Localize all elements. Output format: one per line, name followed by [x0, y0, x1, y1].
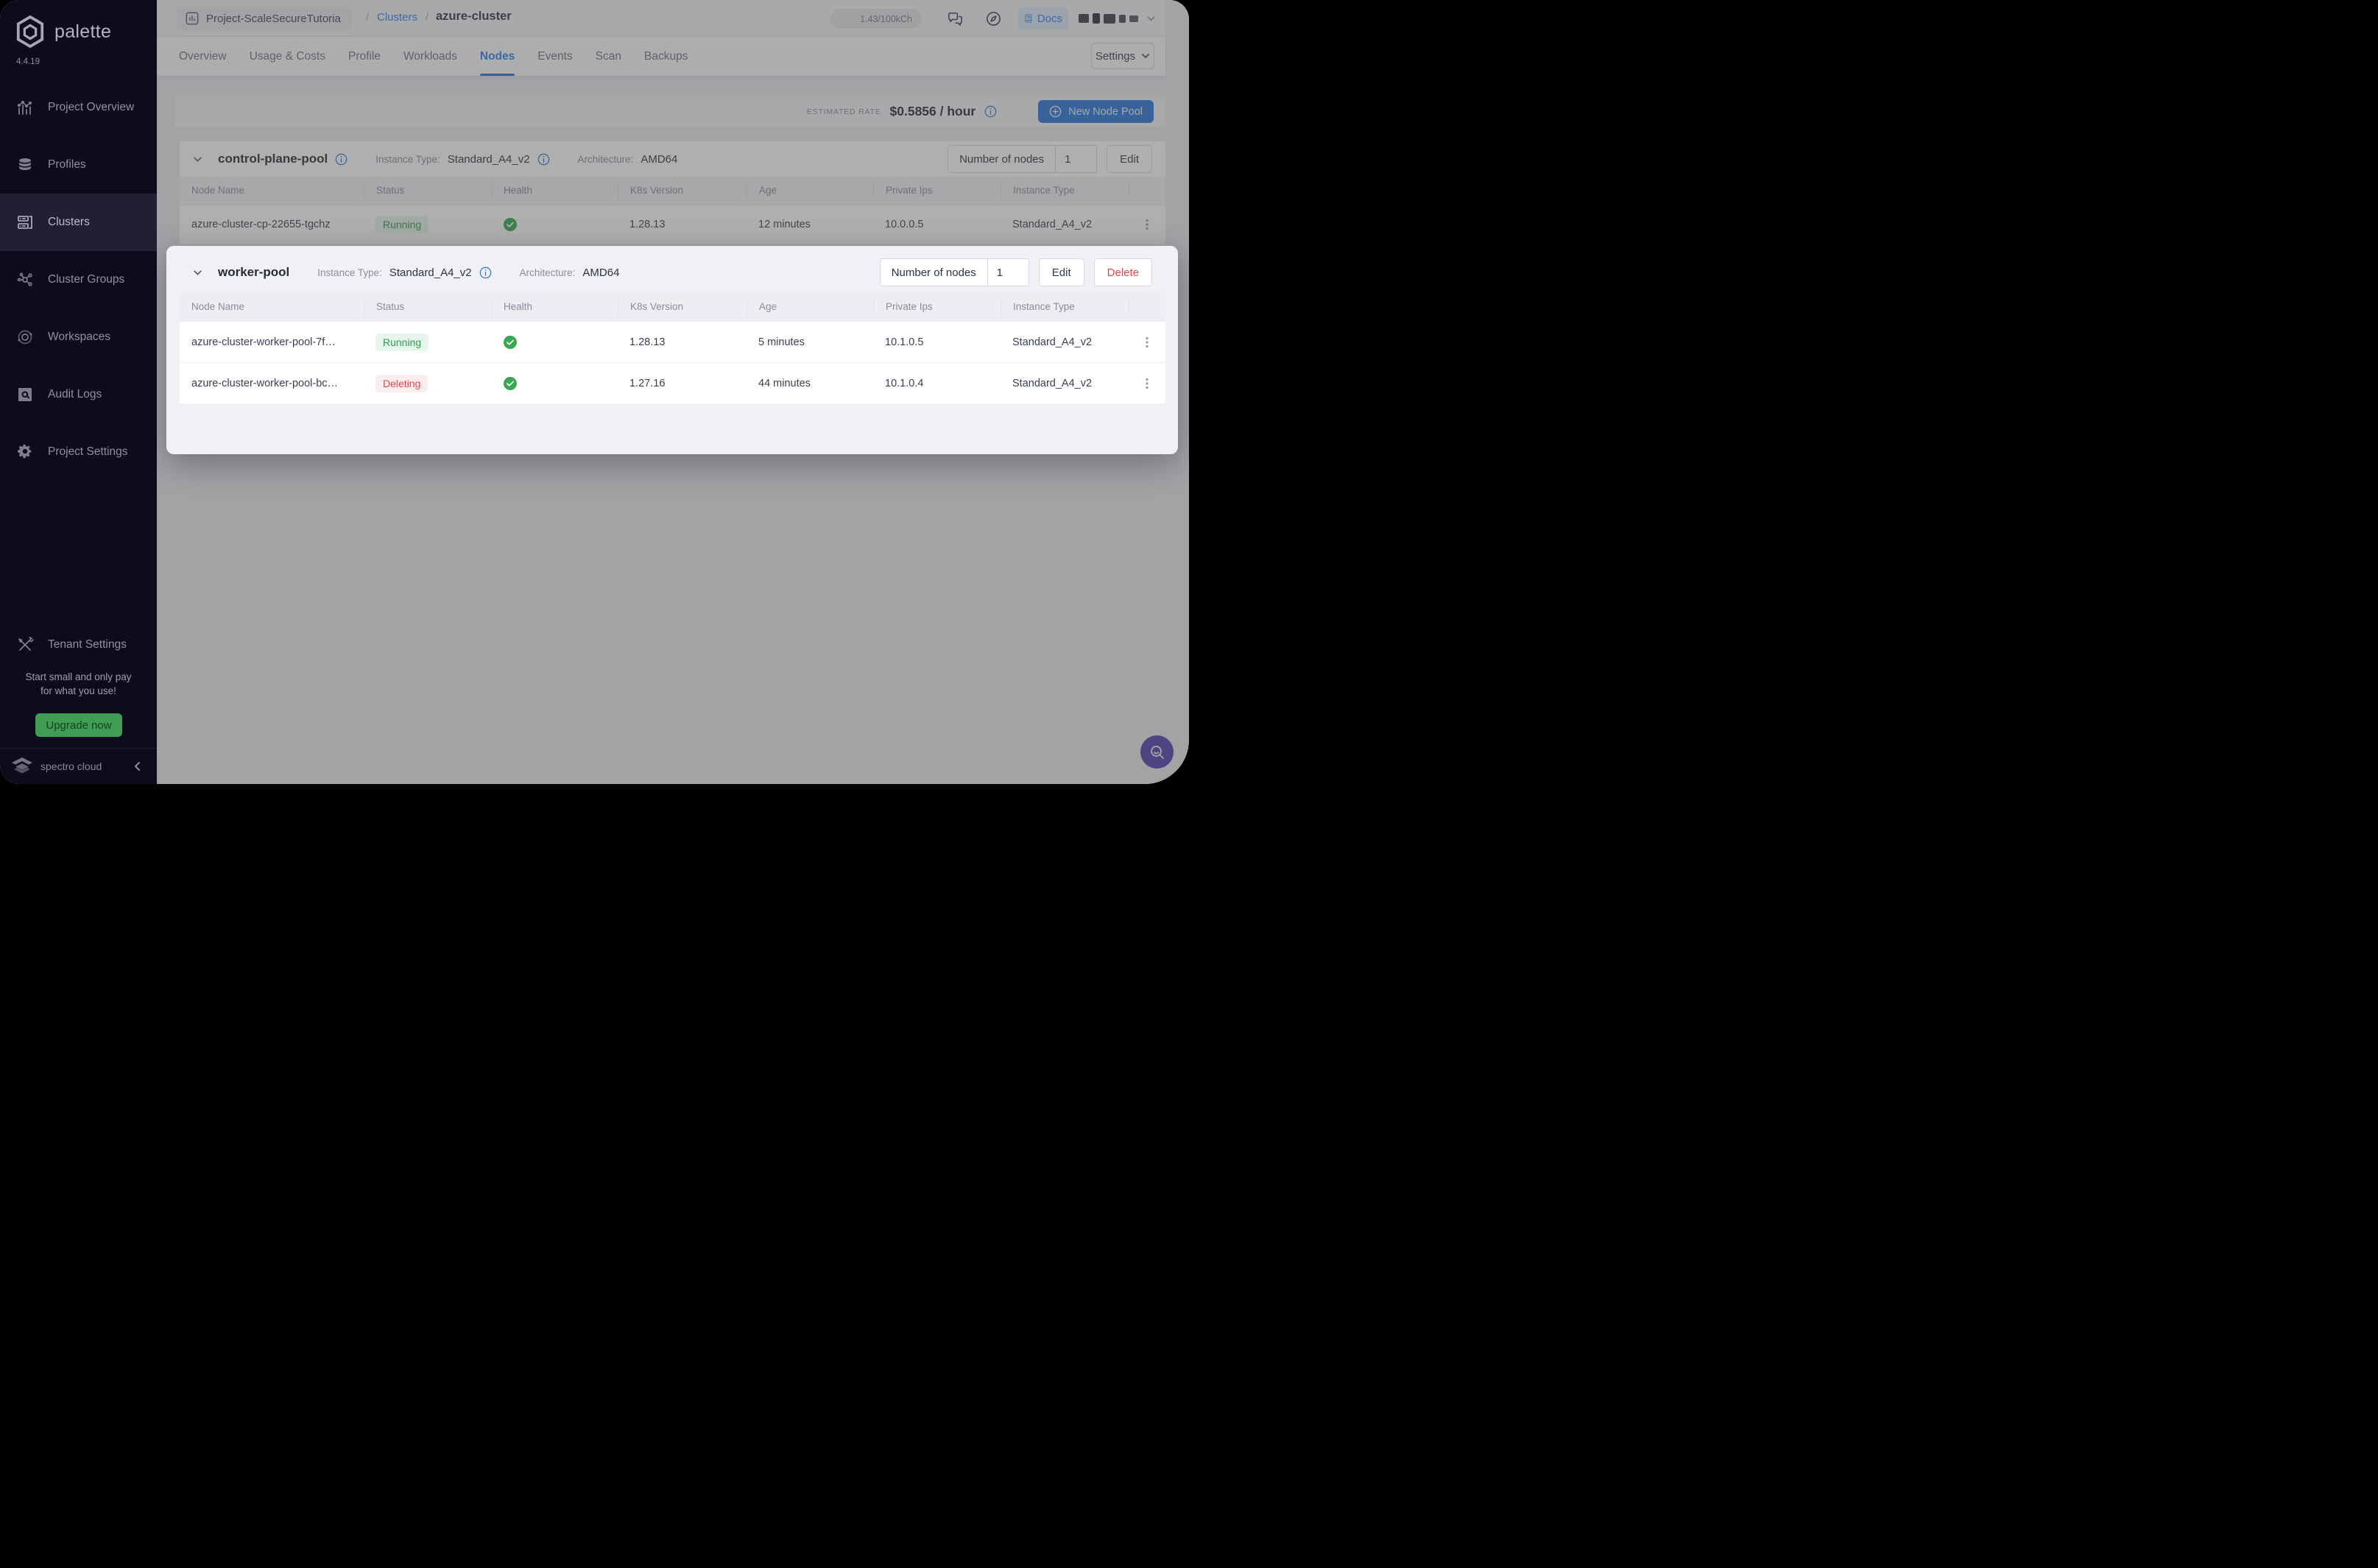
sidebar-item-clusters[interactable]: Clusters	[0, 194, 157, 251]
sidebar-nav: Project Overview Profiles Clusters Clust…	[0, 79, 157, 481]
col-age: Age	[747, 299, 873, 315]
sidebar: palette 4.4.19 Project Overview Profiles…	[0, 0, 157, 784]
sidebar-item-label: Clusters	[48, 216, 90, 228]
instance-type: Standard_A4_v2	[1012, 377, 1093, 389]
app-window: palette 4.4.19 Project Overview Profiles…	[0, 0, 1189, 784]
status-badge: Deleting	[375, 374, 428, 392]
orbit-icon	[16, 328, 34, 346]
sidebar-item-tenant-settings[interactable]: Tenant Settings	[0, 616, 157, 674]
sidebar-item-project-overview[interactable]: Project Overview	[0, 79, 157, 136]
number-of-nodes-control: Number of nodes	[879, 258, 1029, 286]
table-row: azure-cluster-worker-pool-bc… Deleting 1…	[180, 362, 1165, 403]
sidebar-footer: spectro cloud	[0, 748, 157, 784]
spectro-cloud-logo-icon	[12, 757, 32, 774]
col-node-name: Node Name	[191, 301, 245, 312]
pool-name: worker-pool	[218, 265, 290, 279]
instance-type-value: Standard_A4_v2	[389, 266, 472, 279]
col-private-ips: Private Ips	[873, 299, 1001, 315]
col-status: Status	[364, 299, 491, 315]
k8s-version-outdated: 1.27.16	[629, 377, 666, 389]
sidebar-item-label: Workspaces	[48, 331, 110, 343]
worker-pool-table: Node Name Status Health K8s Version Age …	[180, 293, 1165, 403]
sidebar-item-cluster-groups[interactable]: Cluster Groups	[0, 251, 157, 308]
info-icon[interactable]	[479, 266, 492, 279]
node-name: azure-cluster-worker-pool-7f…	[191, 336, 336, 348]
table-header: Node Name Status Health K8s Version Age …	[180, 293, 1165, 321]
health-check-icon	[504, 335, 517, 349]
sidebar-item-label: Cluster Groups	[48, 273, 125, 286]
architecture-value: AMD64	[582, 266, 620, 279]
tools-icon	[16, 636, 34, 654]
sidebar-item-label: Profiles	[48, 158, 86, 171]
clusters-icon	[16, 213, 34, 231]
sidebar-item-label: Project Overview	[48, 101, 135, 113]
layers-icon	[16, 156, 34, 174]
instance-type: Standard_A4_v2	[1012, 336, 1093, 348]
pool-header: worker-pool Instance Type: Standard_A4_v…	[180, 255, 1165, 290]
k8s-version: 1.28.13	[629, 336, 666, 348]
pool-controls: Number of nodes Edit Delete	[879, 258, 1152, 286]
instance-type-label: Instance Type:	[317, 266, 382, 278]
palette-logo-icon	[16, 15, 44, 49]
table-row: azure-cluster-worker-pool-7f… Running 1.…	[180, 321, 1165, 362]
health-check-icon	[504, 376, 517, 390]
sidebar-item-label: Audit Logs	[48, 388, 102, 400]
app-version: 4.4.19	[16, 57, 40, 66]
private-ips: 10.1.0.4	[885, 377, 924, 389]
worker-pool-spotlight-panel: worker-pool Instance Type: Standard_A4_v…	[166, 246, 1178, 454]
app-name: palette	[54, 21, 112, 42]
col-instance-type: Instance Type	[1001, 299, 1129, 315]
upgrade-now-button[interactable]: Upgrade now	[35, 713, 122, 737]
col-k8s-version: K8s Version	[618, 299, 747, 315]
audit-logs-icon	[16, 386, 34, 403]
node-name: azure-cluster-worker-pool-bc…	[191, 377, 339, 389]
architecture-label: Architecture:	[519, 266, 576, 278]
row-menu-icon[interactable]	[1140, 377, 1154, 390]
collapse-pool-icon[interactable]	[193, 268, 202, 278]
node-age: 5 minutes	[758, 336, 805, 348]
promo-text: Start small and only pay for what you us…	[25, 671, 132, 696]
brand-text: spectro cloud	[40, 760, 102, 772]
sidebar-item-label: Project Settings	[48, 445, 128, 458]
number-of-nodes-label: Number of nodes	[891, 266, 976, 279]
delete-pool-button[interactable]: Delete	[1093, 258, 1152, 286]
row-menu-icon[interactable]	[1140, 336, 1154, 349]
sidebar-item-project-settings[interactable]: Project Settings	[0, 423, 157, 481]
logo-row[interactable]: palette	[15, 15, 111, 49]
number-of-nodes-input[interactable]	[987, 259, 1029, 286]
private-ips: 10.1.0.5	[885, 336, 924, 348]
status-badge: Running	[375, 333, 429, 351]
gear-icon	[16, 443, 34, 461]
bar-chart-icon	[16, 99, 34, 116]
node-age: 44 minutes	[758, 377, 811, 389]
edit-pool-button[interactable]: Edit	[1038, 258, 1084, 286]
col-health: Health	[491, 299, 618, 315]
sidebar-item-workspaces[interactable]: Workspaces	[0, 308, 157, 366]
collapse-sidebar-icon[interactable]	[133, 762, 142, 771]
network-icon	[16, 271, 34, 289]
sidebar-item-profiles[interactable]: Profiles	[0, 136, 157, 194]
sidebar-item-label: Tenant Settings	[48, 638, 127, 651]
sidebar-item-audit-logs[interactable]: Audit Logs	[0, 366, 157, 423]
